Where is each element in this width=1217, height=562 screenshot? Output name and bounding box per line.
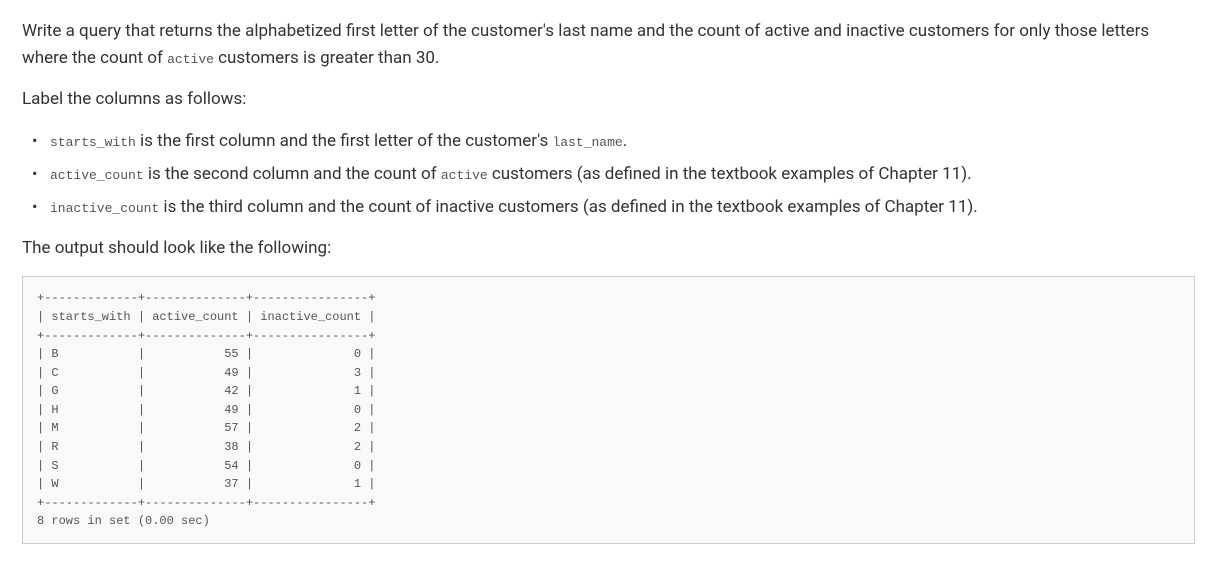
output-heading: The output should look like the followin… [22,235,1195,262]
column-spec-list: starts_with is the first column and the … [22,128,1195,222]
question-intro: Write a query that returns the alphabeti… [22,18,1195,72]
code-token: active [441,168,488,183]
list-text: is the second column and the count of [144,164,441,184]
list-text: is the third column and the count of ina… [159,197,978,217]
intro-text-2: customers is greater than 30. [214,48,439,68]
code-token: inactive_count [50,201,159,216]
list-text: . [623,131,627,151]
sql-output: +-------------+--------------+----------… [22,276,1195,544]
label-heading: Label the columns as follows: [22,86,1195,113]
list-text: customers (as defined in the textbook ex… [488,164,972,184]
list-item: inactive_count is the third column and t… [28,194,1195,221]
code-token: active_count [50,168,144,183]
list-item: starts_with is the first column and the … [28,128,1195,155]
code-token: starts_with [50,135,136,150]
list-item: active_count is the second column and th… [28,161,1195,188]
intro-code: active [167,52,214,67]
list-text: is the first column and the first letter… [136,131,553,151]
code-token: last_name [553,135,623,150]
